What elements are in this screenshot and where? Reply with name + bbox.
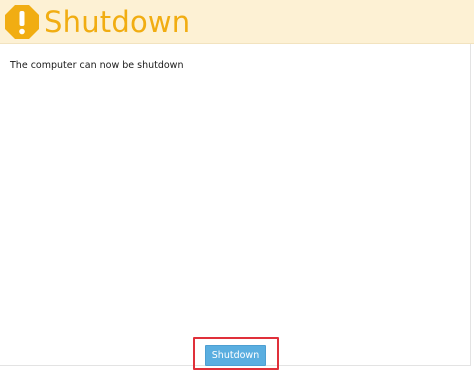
content-area — [0, 44, 471, 366]
page-title: Shutdown — [44, 5, 191, 39]
warning-icon — [4, 4, 40, 40]
status-message: The computer can now be shutdown — [10, 60, 184, 71]
header-bar: Shutdown — [0, 0, 474, 44]
shutdown-button[interactable]: Shutdown — [205, 345, 266, 366]
shutdown-dialog: Shutdown The computer can now be shutdow… — [0, 0, 474, 373]
